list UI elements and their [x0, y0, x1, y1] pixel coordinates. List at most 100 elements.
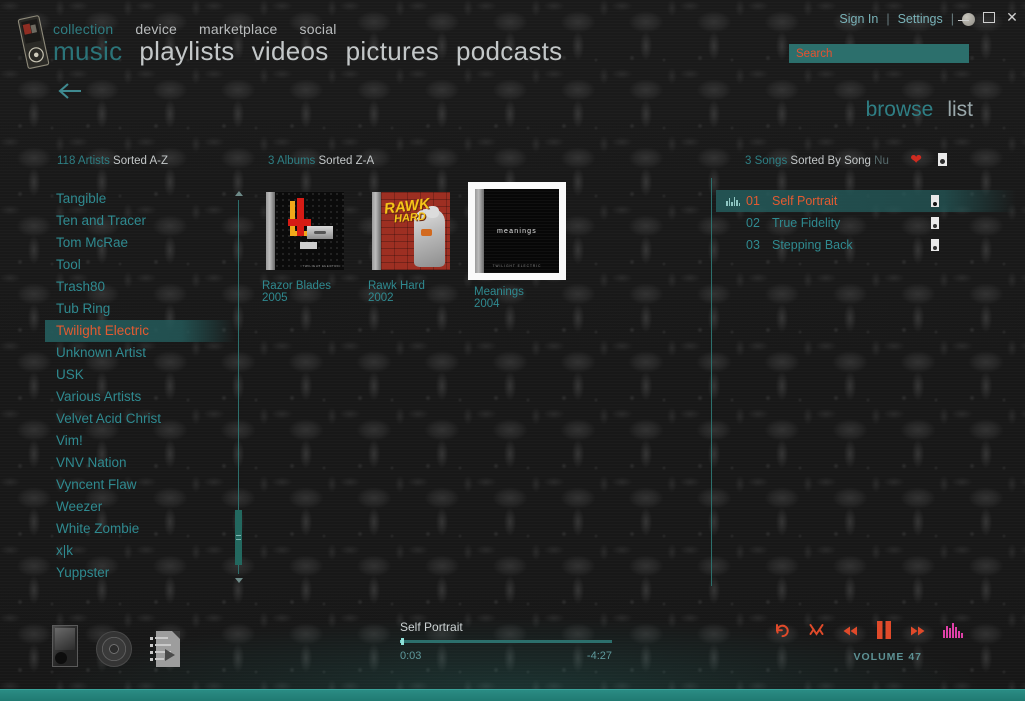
nav-social[interactable]: social — [300, 21, 337, 37]
search-input[interactable] — [796, 47, 969, 60]
artist-row[interactable]: Trash80 — [45, 276, 235, 298]
disc-icon[interactable] — [96, 631, 132, 667]
maximize-icon[interactable] — [981, 10, 995, 24]
songs-header-icons: ❤ — [910, 152, 947, 166]
album-year: 2005 — [262, 292, 288, 304]
song-row[interactable]: 03 Stepping Back — [716, 234, 1016, 256]
view-browse[interactable]: browse — [866, 98, 934, 122]
heart-icon[interactable]: ❤ — [910, 152, 922, 166]
nav-collection[interactable]: collection — [53, 21, 113, 37]
previous-icon[interactable] — [842, 624, 858, 642]
bottom-accent-bar — [0, 689, 1025, 701]
sync-device-icon[interactable] — [938, 152, 947, 166]
album-artwork: TWILIGHT ELECTRIC — [266, 192, 344, 270]
albums-grid[interactable]: TWILIGHT ELECTRIC Razor Blades 2005 RAWK HA… — [262, 182, 702, 586]
album-year: 2004 — [474, 298, 500, 310]
playback-controls — [774, 620, 963, 645]
nav-device[interactable]: device — [135, 21, 177, 37]
songs-sort[interactable]: Sorted By Song — [790, 155, 871, 167]
album-art-wrap[interactable]: RAWK HARD — [368, 188, 454, 274]
songs-list[interactable]: 01 Self Portrait 02 True Fidelity 03 Stepping… — [716, 190, 1016, 256]
playlist-icon[interactable] — [150, 631, 180, 667]
artist-name: White Zombie — [56, 521, 140, 536]
settings-link[interactable]: Settings — [898, 12, 943, 26]
album-art-wrap[interactable]: meanings TWILIGHT ELECTRIC — [468, 182, 566, 280]
scroll-up-arrow-icon[interactable] — [235, 191, 243, 196]
nav-videos[interactable]: videos — [252, 36, 329, 67]
next-icon[interactable] — [910, 624, 926, 642]
albums-count[interactable]: 3 Albums — [268, 155, 315, 167]
album-artwork: RAWK HARD — [372, 192, 450, 270]
view-toggle: browse list — [866, 98, 973, 122]
song-device-icon[interactable] — [931, 195, 939, 207]
artist-row[interactable]: Tool — [45, 254, 235, 276]
zune-device-logo — [16, 14, 52, 70]
song-device-icon[interactable] — [931, 239, 939, 251]
nav-playlists[interactable]: playlists — [139, 36, 234, 67]
artist-row[interactable]: Vyncent Flaw — [45, 474, 235, 496]
progress-bar[interactable] — [400, 638, 612, 645]
nav-music[interactable]: music — [53, 36, 122, 67]
nav-pictures[interactable]: pictures — [346, 36, 439, 67]
scrollbar-thumb[interactable] — [235, 510, 242, 565]
device-icon[interactable] — [52, 625, 78, 667]
artist-row[interactable]: Tangible — [45, 188, 235, 210]
songs-count[interactable]: 3 Songs — [745, 155, 787, 167]
artists-scrollbar[interactable] — [234, 188, 244, 586]
songs-sort-overflow: Nu — [874, 155, 889, 167]
artist-row[interactable]: Weezer — [45, 496, 235, 518]
artist-name: Trash80 — [56, 279, 106, 294]
view-list[interactable]: list — [947, 98, 973, 122]
album-cell[interactable]: TWILIGHT ELECTRIC Razor Blades 2005 — [262, 188, 362, 304]
artist-row[interactable]: x|k — [45, 540, 235, 562]
artist-row[interactable]: Tub Ring — [45, 298, 235, 320]
artists-count[interactable]: 118 Artists — [57, 155, 110, 167]
player-bar: Self Portrait 0:03 -4:27 VOLUME 47 — [0, 601, 1025, 689]
artist-row[interactable]: Velvet Acid Christ — [45, 408, 235, 430]
scroll-down-arrow-icon[interactable] — [235, 578, 243, 583]
repeat-icon[interactable] — [774, 622, 791, 644]
pause-icon[interactable] — [875, 620, 893, 645]
album-art-wrap[interactable]: TWILIGHT ELECTRIC — [262, 188, 348, 274]
songs-column-header: 3 Songs Sorted By Song Nu — [745, 155, 889, 167]
player-source-icons — [52, 625, 180, 667]
song-row[interactable]: 01 Self Portrait — [716, 190, 1016, 212]
album-cell[interactable]: meanings TWILIGHT ELECTRIC Meanings 2004 — [468, 182, 574, 310]
minimize-icon[interactable] — [957, 10, 971, 24]
albums-sort[interactable]: Sorted Z-A — [319, 155, 375, 167]
sign-in-link[interactable]: Sign In — [839, 12, 878, 26]
artist-row[interactable]: Tom McRae — [45, 232, 235, 254]
album-cell[interactable]: RAWK HARD Rawk Hard 2002 — [368, 188, 468, 304]
nav-podcasts[interactable]: podcasts — [456, 36, 562, 67]
visualizer-icon[interactable] — [943, 622, 963, 643]
song-device-icon[interactable] — [931, 217, 939, 229]
progress-times: 0:03 -4:27 — [400, 650, 612, 662]
song-title: True Fidelity — [772, 216, 841, 230]
artist-row[interactable]: VNV Nation — [45, 452, 235, 474]
artist-name: Twilight Electric — [56, 323, 150, 338]
artists-sort[interactable]: Sorted A-Z — [113, 155, 168, 167]
artist-row[interactable]: Vim! — [45, 430, 235, 452]
artist-row[interactable]: Twilight Electric — [45, 320, 235, 342]
close-icon[interactable]: ✕ — [1005, 10, 1019, 24]
now-playing-title: Self Portrait — [400, 620, 463, 634]
back-button[interactable] — [57, 80, 83, 102]
artist-row[interactable]: Various Artists — [45, 386, 235, 408]
artists-list[interactable]: Tangible Ten and Tracer Tom McRae Tool Trash… — [45, 188, 235, 586]
song-number: 03 — [746, 238, 760, 252]
artist-row[interactable]: USK — [45, 364, 235, 386]
album-title: Meanings — [474, 286, 524, 298]
song-row[interactable]: 02 True Fidelity — [716, 212, 1016, 234]
artist-row[interactable]: Unknown Artist — [45, 342, 235, 364]
artist-row[interactable]: Ten and Tracer — [45, 210, 235, 232]
volume-label[interactable]: VOLUME 47 — [853, 651, 922, 663]
progress-handle[interactable] — [401, 638, 405, 645]
artists-column-header: 118 Artists Sorted A-Z — [57, 155, 168, 167]
artist-row[interactable]: Yuppster — [45, 562, 235, 584]
artist-row[interactable]: White Zombie — [45, 518, 235, 540]
shuffle-icon[interactable] — [808, 622, 825, 644]
primary-nav: collection device marketplace social — [53, 21, 337, 37]
nav-marketplace[interactable]: marketplace — [199, 21, 277, 37]
albums-column-header: 3 Albums Sorted Z-A — [268, 155, 374, 167]
search-box[interactable] — [789, 44, 969, 63]
